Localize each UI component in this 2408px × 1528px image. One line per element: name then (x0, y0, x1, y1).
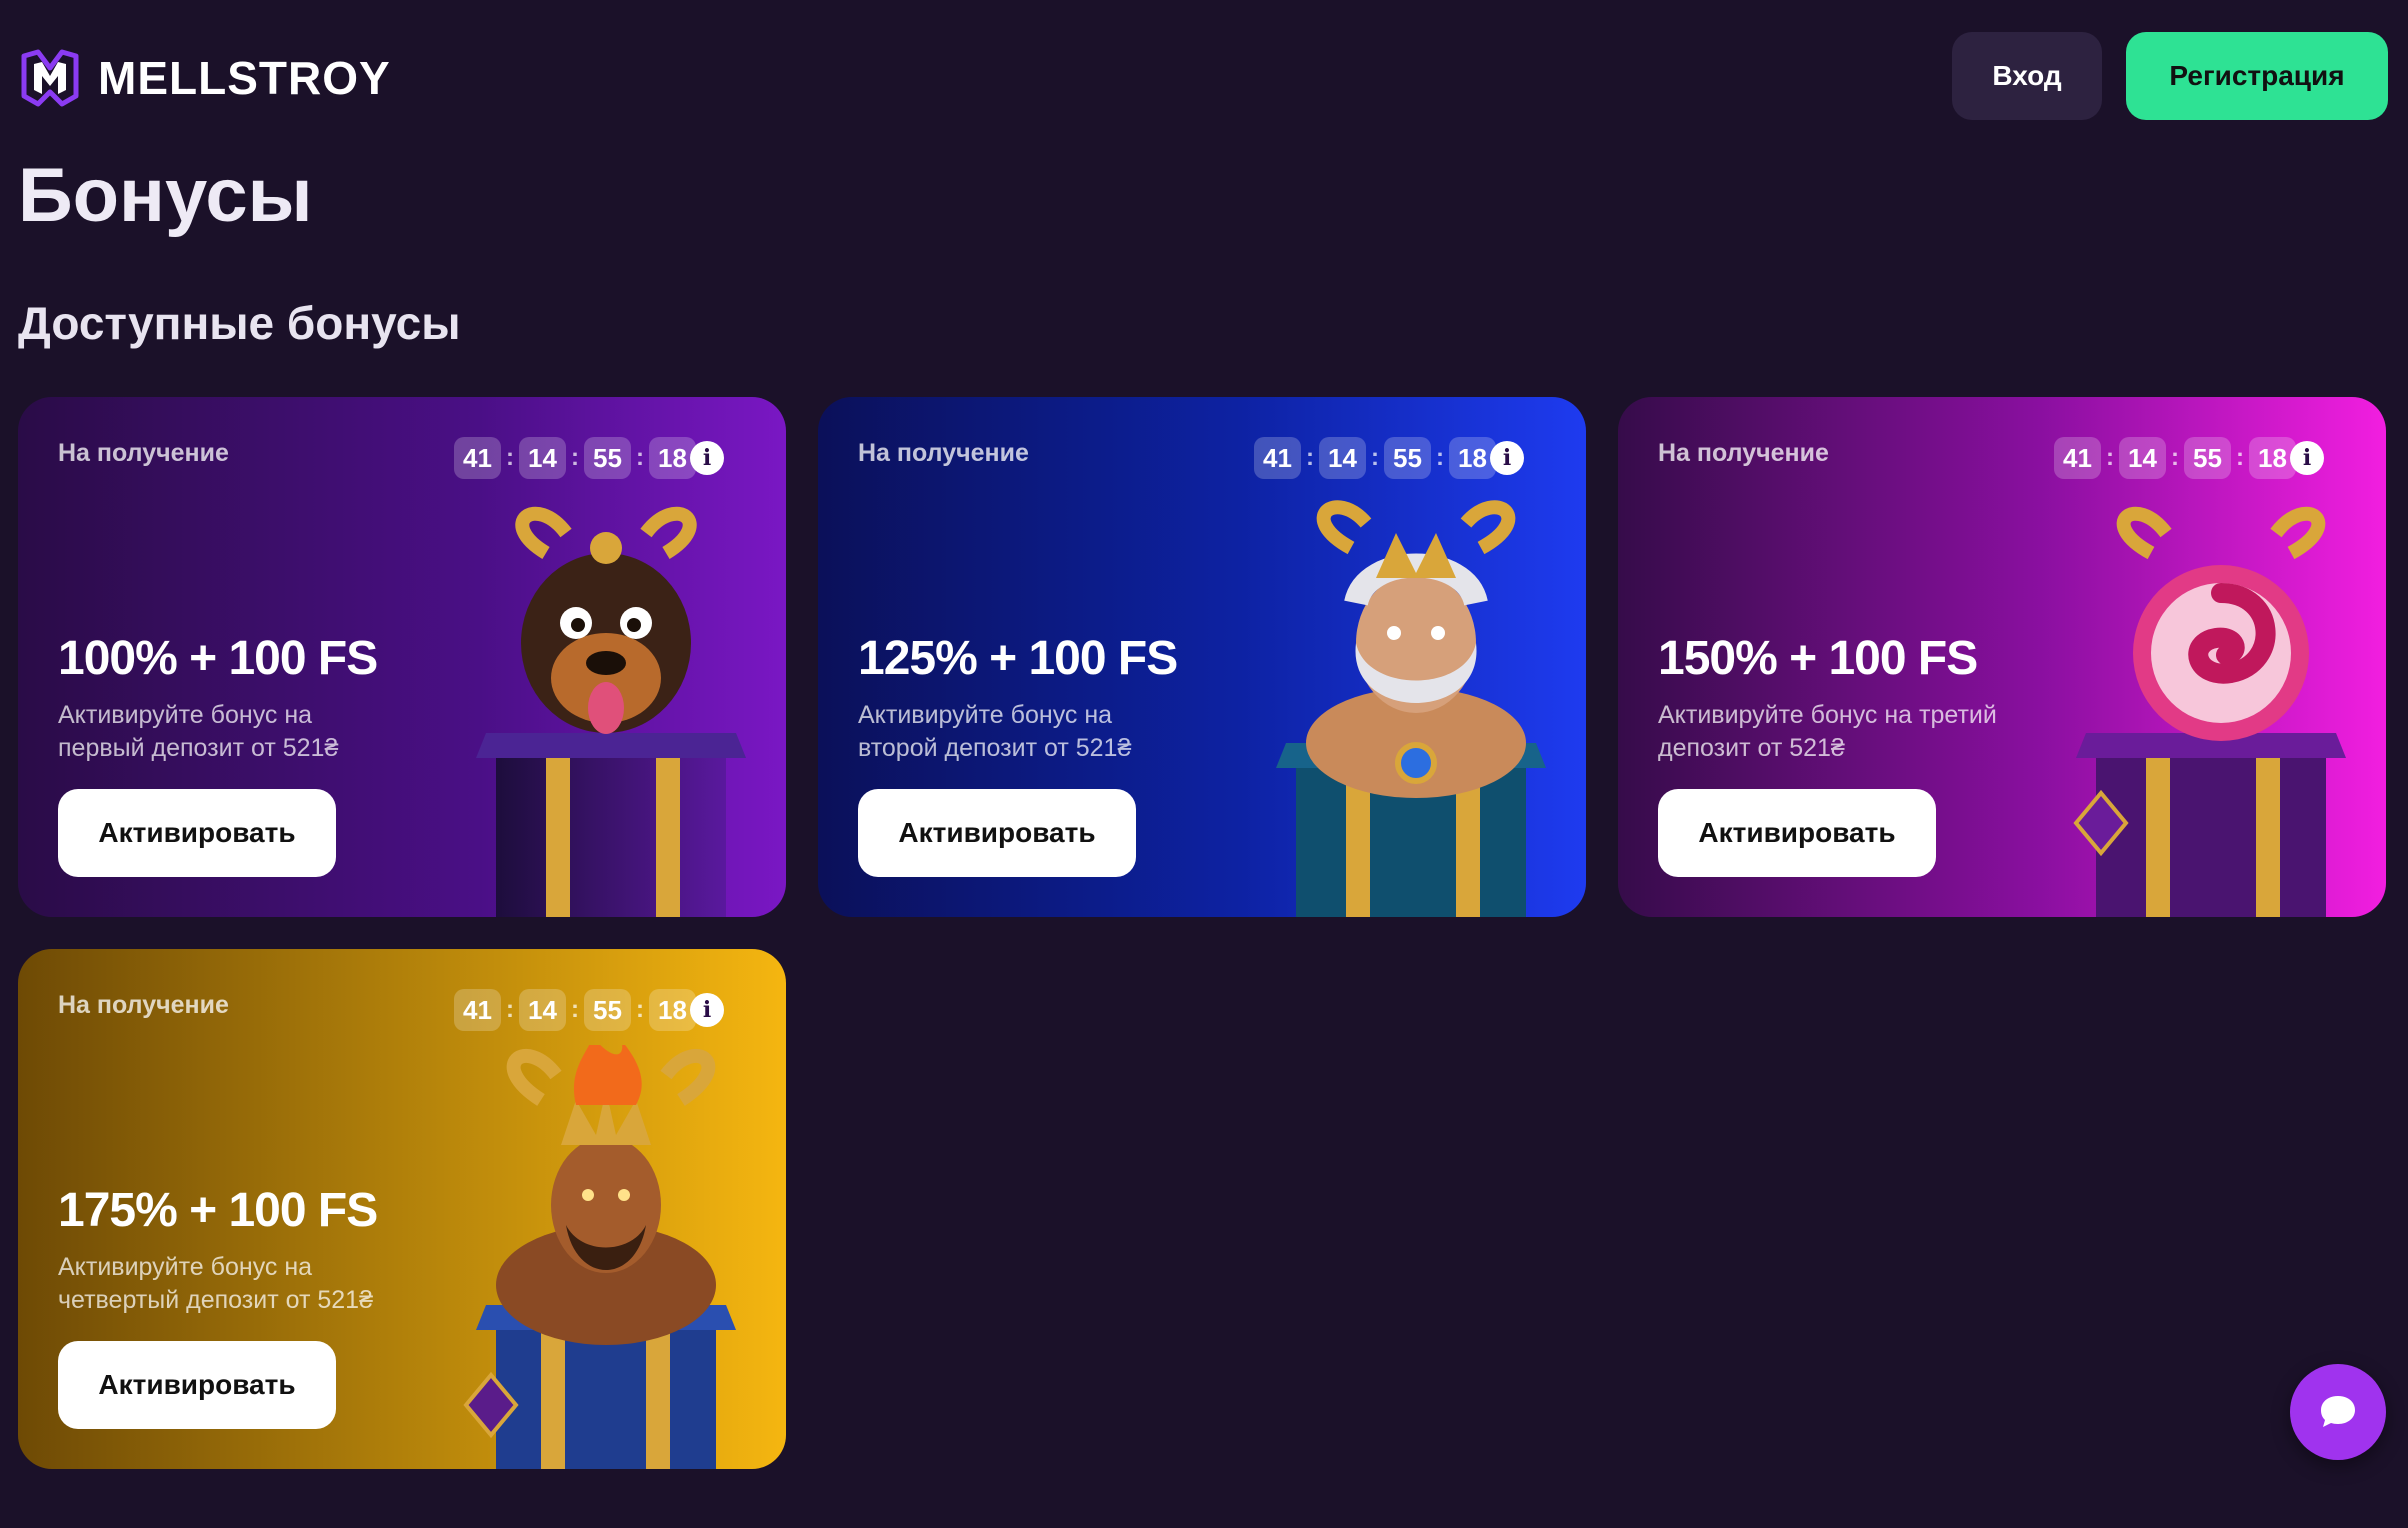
card-label: На получение (1658, 439, 1829, 467)
timer-hours: 14 (2119, 437, 2166, 479)
timer-separator: : (571, 996, 579, 1023)
info-icon[interactable]: i (1490, 441, 1524, 475)
page-title: Бонусы (18, 153, 313, 238)
timer-hours: 14 (1319, 437, 1366, 479)
timer-separator: : (636, 444, 644, 471)
bonus-title: 125% + 100 FS (858, 632, 1178, 685)
site-logo[interactable]: MELLSTROY (18, 46, 391, 110)
bonus-card-3: На получение 41 : 14 : 55 : 18 i 150% + … (1618, 397, 2386, 917)
timer-separator: : (2106, 444, 2114, 471)
site-header: MELLSTROY Вход Регистрация (0, 0, 2408, 150)
timer-days: 41 (1254, 437, 1301, 479)
activate-button[interactable]: Активировать (58, 789, 336, 877)
card-label: На получение (858, 439, 1029, 467)
timer-days: 41 (2054, 437, 2101, 479)
timer-seconds: 18 (649, 437, 696, 479)
timer-separator: : (1436, 444, 1444, 471)
timer-seconds: 18 (2249, 437, 2296, 479)
timer-days: 41 (454, 989, 501, 1031)
card-label: На получение (58, 439, 229, 467)
timer-separator: : (1371, 444, 1379, 471)
timer-days: 41 (454, 437, 501, 479)
timer-separator: : (636, 996, 644, 1023)
chat-bubble-icon (2321, 1396, 2355, 1427)
bonus-title: 175% + 100 FS (58, 1184, 378, 1237)
bonus-description: Активируйте бонус на первый депозит от 5… (58, 701, 339, 762)
countdown-timer: 41 : 14 : 55 : 18 (2054, 437, 2296, 479)
card-label: На получение (58, 991, 229, 1019)
dog-in-gift-box-icon (476, 506, 746, 917)
info-icon[interactable]: i (2290, 441, 2324, 475)
timer-minutes: 55 (2184, 437, 2231, 479)
section-title: Доступные бонусы (18, 297, 461, 349)
timer-separator: : (1306, 444, 1314, 471)
timer-minutes: 55 (584, 437, 631, 479)
bonus-title: 150% + 100 FS (1658, 632, 1978, 685)
timer-separator: : (571, 444, 579, 471)
candy-in-gift-box-icon (2073, 506, 2346, 917)
activate-button[interactable]: Активировать (858, 789, 1136, 877)
timer-separator: : (506, 996, 514, 1023)
countdown-timer: 41 : 14 : 55 : 18 (454, 989, 696, 1031)
activate-button[interactable]: Активировать (1658, 789, 1936, 877)
zeus-in-gift-box-icon (1276, 500, 1546, 917)
timer-separator: : (506, 444, 514, 471)
bonus-description: Активируйте бонус на четвертый депозит о… (58, 1253, 373, 1314)
timer-hours: 14 (519, 989, 566, 1031)
countdown-timer: 41 : 14 : 55 : 18 (1254, 437, 1496, 479)
countdown-timer: 41 : 14 : 55 : 18 (454, 437, 696, 479)
timer-seconds: 18 (1449, 437, 1496, 479)
bonus-card-2: На получение 41 : 14 : 55 : 18 i 125% + … (818, 397, 1586, 917)
timer-hours: 14 (519, 437, 566, 479)
timer-minutes: 55 (584, 989, 631, 1031)
timer-seconds: 18 (649, 989, 696, 1031)
logo-m-icon (21, 49, 79, 107)
logo-text: MELLSTROY (98, 52, 391, 104)
bonus-card-4: На получение 41 : 14 : 55 : 18 i 175% + … (18, 949, 786, 1469)
bonus-title: 100% + 100 FS (58, 632, 378, 685)
timer-separator: : (2236, 444, 2244, 471)
info-icon[interactable]: i (690, 993, 724, 1027)
timer-minutes: 55 (1384, 437, 1431, 479)
support-chat-button[interactable] (2290, 1364, 2386, 1460)
register-button[interactable]: Регистрация (2126, 32, 2388, 120)
bonus-description: Активируйте бонус на второй депозит от 5… (858, 701, 1132, 762)
login-button[interactable]: Вход (1952, 32, 2102, 120)
info-icon[interactable]: i (690, 441, 724, 475)
bonus-description: Активируйте бонус на третий депозит от 5… (1658, 701, 1997, 762)
fire-king-in-gift-box-icon (463, 1045, 736, 1469)
activate-button[interactable]: Активировать (58, 1341, 336, 1429)
bonus-card-1: На получение 41 : 14 : 55 : 18 i 100% + … (18, 397, 786, 917)
timer-separator: : (2171, 444, 2179, 471)
